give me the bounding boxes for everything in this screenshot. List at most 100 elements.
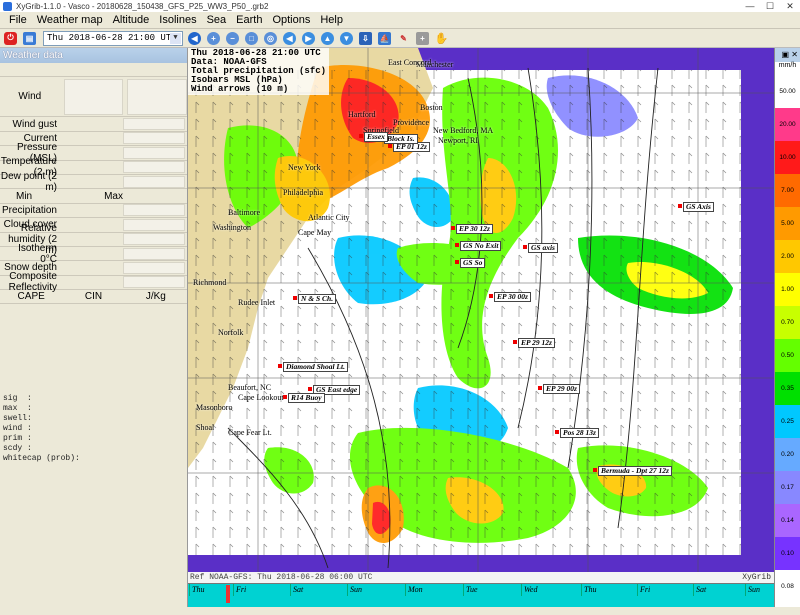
- zoom-selection-icon: □: [245, 31, 258, 45]
- scale-unit: mm/h: [778, 62, 797, 69]
- date-select[interactable]: Thu 2018-06-28 21:00 UTC ▼: [43, 30, 183, 46]
- max-label: Max: [104, 190, 123, 202]
- timeline-bar[interactable]: Thu Fri Sat Sun Mon Tue Wed Thu Fri Sat Sun: [188, 583, 774, 607]
- waypoint-label[interactable]: EP 29 12z: [518, 338, 555, 348]
- menu-help[interactable]: Help: [315, 12, 348, 29]
- waypoint-label[interactable]: GS Axis: [683, 202, 714, 212]
- timeline-day-label: Sat: [696, 585, 707, 594]
- waypoint-label[interactable]: R14 Buoy: [288, 393, 325, 403]
- waypoint-label[interactable]: Diamond Shoal Lt.: [283, 362, 348, 372]
- measure-button[interactable]: +: [414, 30, 431, 46]
- waypoint-marker[interactable]: [523, 245, 527, 249]
- reference-line: Ref NOAA-GFS: Thu 2018-06-28 06:00 UTC X…: [188, 572, 774, 583]
- place-label: Masonboro: [196, 403, 233, 412]
- arrow-left-icon: ◀: [188, 31, 201, 45]
- minimize-button[interactable]: —: [740, 0, 760, 12]
- waypoint-label[interactable]: EP 29 00z: [543, 384, 580, 394]
- waypoint-marker[interactable]: [283, 395, 287, 399]
- waypoint-marker[interactable]: [513, 340, 517, 344]
- waypoint-marker[interactable]: [538, 386, 542, 390]
- timeline-day-label: Fri: [640, 585, 651, 594]
- waypoint-marker[interactable]: [593, 468, 597, 472]
- waypoint-marker[interactable]: [308, 387, 312, 391]
- scale-band: 1.00: [775, 273, 800, 306]
- scale-close-icon[interactable]: ▣ ✕: [775, 48, 800, 62]
- waypoint-marker[interactable]: [489, 294, 493, 298]
- waypoint-label[interactable]: GS No Exit: [460, 241, 502, 251]
- timeline-day-separator: [693, 584, 694, 596]
- power-icon: ⏻: [4, 31, 17, 45]
- scale-band: 20.00: [775, 108, 800, 141]
- scale-band: 0.70: [775, 306, 800, 339]
- waypoint-label[interactable]: EP 30 12z: [456, 224, 493, 234]
- crosshair-icon: +: [416, 31, 429, 45]
- menu-file[interactable]: File: [4, 12, 32, 29]
- hand-icon: ✋: [434, 32, 449, 45]
- menu-options[interactable]: Options: [267, 12, 315, 29]
- timeline-handle[interactable]: [226, 585, 230, 603]
- waypoint-label[interactable]: GS So: [460, 258, 486, 268]
- weather-map[interactable]: Thu 2018-06-28 21:00 UTC Data: NOAA-GFS …: [188, 48, 774, 583]
- place-label: Hartford: [348, 110, 376, 119]
- download-button[interactable]: ⇩: [357, 30, 374, 46]
- open-file-button[interactable]: ▤: [21, 30, 38, 46]
- waypoint-marker[interactable]: [455, 243, 459, 247]
- cape-label: CAPE: [17, 291, 45, 303]
- menu-earth[interactable]: Earth: [231, 12, 267, 29]
- waypoint-marker[interactable]: [451, 226, 455, 230]
- scale-band: 0.35: [775, 372, 800, 405]
- menu-isolines[interactable]: Isolines: [154, 12, 201, 29]
- close-button[interactable]: ✕: [780, 0, 800, 12]
- waypoint-label[interactable]: Essex: [364, 132, 388, 142]
- waypoint-marker[interactable]: [388, 144, 392, 148]
- boat-button[interactable]: ⛵: [376, 30, 393, 46]
- menu-altitude[interactable]: Altitude: [108, 12, 155, 29]
- waypoint-marker[interactable]: [678, 204, 682, 208]
- jkg-label: J/Kg: [145, 291, 166, 303]
- place-label: Cape May: [298, 228, 332, 237]
- waypoint-marker[interactable]: [293, 296, 297, 300]
- zoom-selection-button[interactable]: □: [243, 30, 260, 46]
- waypoint-marker[interactable]: [359, 134, 363, 138]
- waypoint-label[interactable]: Pos 28 13z: [560, 428, 599, 438]
- waypoint-label[interactable]: GS axis: [528, 243, 558, 253]
- pan-down-button[interactable]: ▼: [338, 30, 355, 46]
- menu-weather-map[interactable]: Weather map: [32, 12, 108, 29]
- boat-icon: ⛵: [378, 31, 391, 45]
- cin-label: CIN: [84, 291, 103, 303]
- quit-button[interactable]: ⏻: [2, 30, 19, 46]
- row-reflectivity: Composite Reflectivity: [0, 271, 187, 293]
- window-title: XyGrib-1.1.0 - Vasco - 20180628_150438_G…: [16, 1, 269, 11]
- waypoint-label[interactable]: N & S Ch.: [298, 294, 337, 304]
- pan-right-button[interactable]: ▶: [300, 30, 317, 46]
- place-label: Shoal: [196, 423, 215, 432]
- menu-sea[interactable]: Sea: [202, 12, 232, 29]
- place-label: Newport, RI: [438, 136, 478, 145]
- timeline-day-separator: [189, 584, 190, 596]
- zoom-in-button[interactable]: +: [205, 30, 222, 46]
- waypoint-marker[interactable]: [278, 364, 282, 368]
- place-label: Washington: [213, 223, 252, 232]
- waypoint-label[interactable]: EP 30 00z: [494, 292, 531, 302]
- pan-left-button[interactable]: ◀: [281, 30, 298, 46]
- waypoint-marker[interactable]: [455, 260, 459, 264]
- prev-time-button[interactable]: ◀: [186, 30, 203, 46]
- wind-direction-box: [127, 78, 187, 115]
- waypoint-marker[interactable]: [555, 430, 559, 434]
- pan-up-button[interactable]: ▲: [319, 30, 336, 46]
- arrow-right-icon: ▶: [302, 31, 315, 45]
- weather-data-panel: Weather data Wind Wind gust Current Pres…: [0, 48, 188, 615]
- zoom-out-button[interactable]: −: [224, 30, 241, 46]
- place-label: Norfolk: [218, 328, 244, 337]
- timeline-day-label: Mon: [408, 585, 423, 594]
- maximize-button[interactable]: ☐: [760, 0, 780, 12]
- toolbar: ⏻ ▤ Thu 2018-06-28 21:00 UTC ▼ ◀ + − □ ◎…: [0, 29, 800, 48]
- date-select-value: Thu 2018-06-28 21:00 UTC: [47, 33, 177, 43]
- zoom-all-button[interactable]: ◎: [262, 30, 279, 46]
- waypoint-label[interactable]: Block Is.: [384, 134, 418, 144]
- waypoint-label[interactable]: Bermuda - Dpt 27 12z: [598, 466, 672, 476]
- route-button[interactable]: ✎: [395, 30, 412, 46]
- arrow-left-icon: ◀: [283, 31, 296, 45]
- hand-button[interactable]: ✋: [433, 30, 450, 46]
- row-dew-point: Dew point (2 m): [0, 171, 187, 193]
